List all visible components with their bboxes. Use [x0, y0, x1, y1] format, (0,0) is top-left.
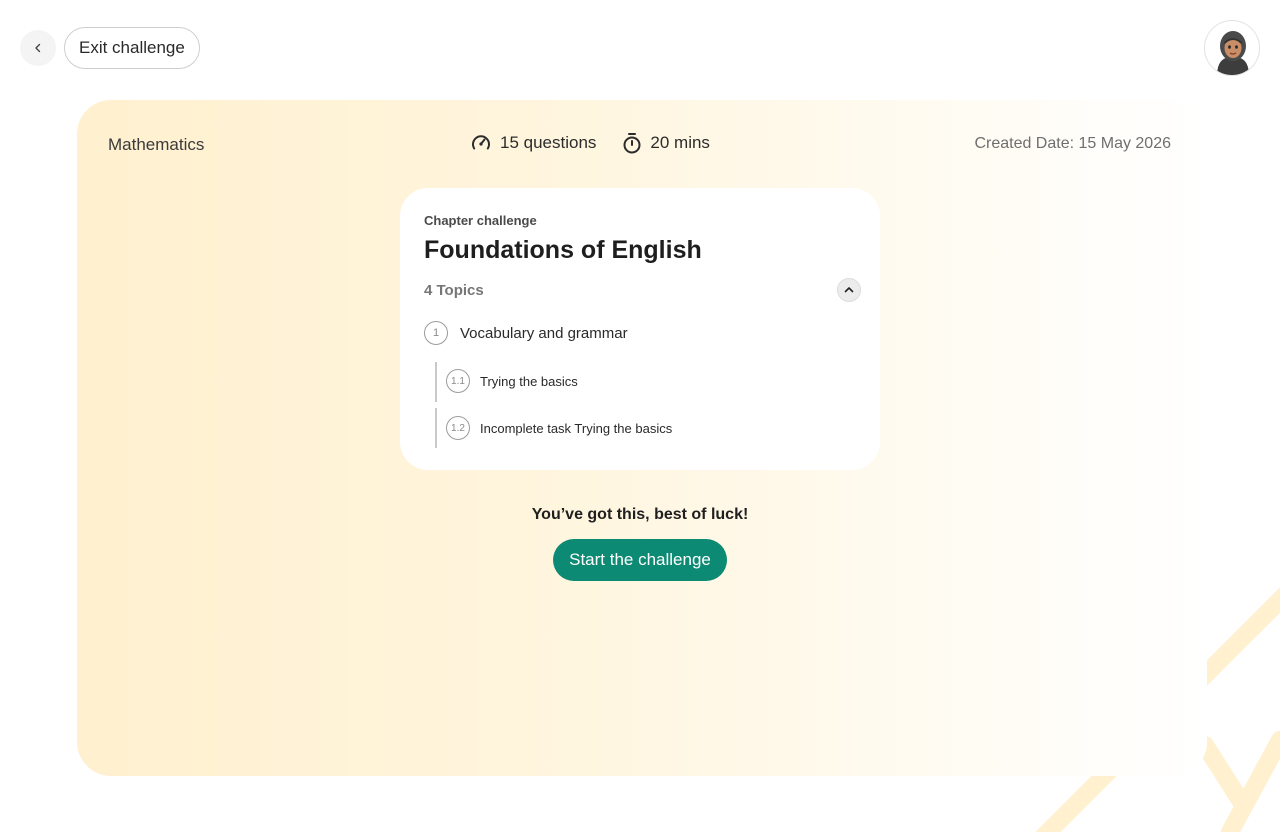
challenge-title: Foundations of English	[424, 236, 702, 264]
subtopic-connector	[435, 408, 437, 448]
subtopic-label: Trying the basics	[480, 373, 578, 389]
encouragement-text: You’ve got this, best of luck!	[531, 506, 749, 523]
chevron-left-icon	[35, 43, 41, 53]
collapse-topics-button[interactable]	[837, 278, 861, 302]
duration: 20 mins	[622, 132, 710, 154]
start-challenge-button[interactable]: Start the challenge	[553, 539, 727, 581]
challenge-intro-page: Exit challenge Mathematics 15 questions	[0, 0, 1280, 832]
avatar-illustration	[1217, 31, 1249, 75]
topic-item[interactable]: 1 Vocabulary and grammar	[424, 321, 628, 345]
topic-number: 1	[424, 321, 448, 345]
topic-card: Chapter challenge Foundations of English…	[400, 188, 880, 470]
speedometer-icon	[472, 135, 490, 150]
challenge-type: Chapter challenge	[424, 213, 537, 228]
topic-label: Vocabulary and grammar	[460, 324, 628, 342]
user-avatar[interactable]	[1204, 20, 1260, 76]
challenge-card: Mathematics 15 questions 20 mins Created…	[77, 100, 1207, 776]
subject-label: Mathematics	[108, 135, 205, 154]
subtopic-number: 1.2	[446, 416, 470, 440]
subtopic-item[interactable]: 1.1 Trying the basics	[446, 369, 578, 393]
subtopic-item[interactable]: 1.2 Incomplete task Trying the basics	[446, 416, 672, 440]
question-count: 15 questions	[470, 132, 596, 154]
subtopic-connector	[435, 362, 437, 402]
chevron-up-icon	[844, 287, 854, 293]
created-date: Created Date: 15 May 2026	[974, 135, 1171, 152]
challenge-meta: 15 questions 20 mins	[470, 132, 710, 154]
subtopic-number: 1.1	[446, 369, 470, 393]
topics-count: 4 Topics	[424, 282, 484, 299]
exit-challenge-button[interactable]: Exit challenge	[64, 27, 200, 69]
stopwatch-icon	[623, 133, 641, 154]
back-button[interactable]	[20, 30, 56, 66]
subtopic-label: Incomplete task Trying the basics	[480, 420, 673, 436]
duration-label: 20 mins	[650, 133, 710, 152]
question-count-label: 15 questions	[500, 133, 597, 152]
